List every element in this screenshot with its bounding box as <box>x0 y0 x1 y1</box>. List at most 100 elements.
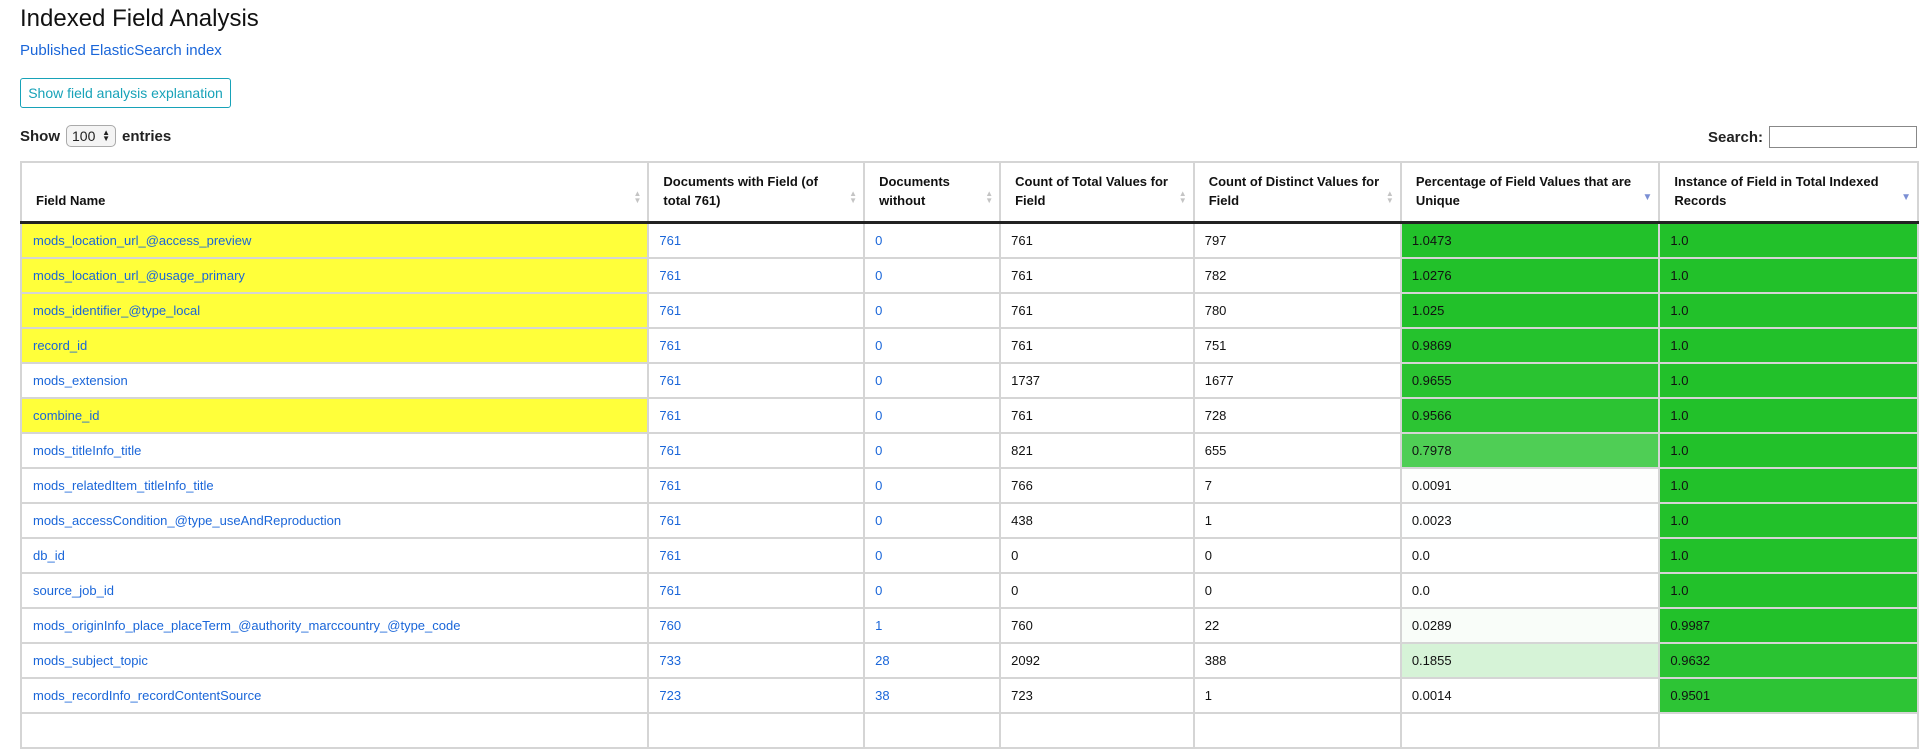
unique-pct-cell: 0.0023 <box>1399 502 1661 539</box>
cell-value: 388 <box>1204 653 1227 668</box>
distinct-values-cell: 1677 <box>1192 362 1402 399</box>
cell-value: 760 <box>1011 618 1033 633</box>
field-name-link[interactable]: mods_originInfo_place_placeTerm_@authori… <box>33 618 460 633</box>
docs-without-cell: 0 <box>863 327 1002 364</box>
count-link[interactable]: 0 <box>875 548 882 563</box>
field-name-cell: combine_id <box>19 397 650 434</box>
count-link[interactable]: 761 <box>659 233 681 248</box>
field-name-link[interactable]: mods_extension <box>33 373 128 388</box>
table-row: mods_identifier_@type_local 761 0 761 780 1.0… <box>19 292 1919 329</box>
count-link[interactable]: 0 <box>875 268 882 283</box>
count-link[interactable]: 28 <box>875 653 889 668</box>
field-name-link[interactable]: mods_subject_topic <box>33 653 148 668</box>
column-header-label: Documents without <box>879 174 950 208</box>
count-link[interactable]: 1 <box>875 618 882 633</box>
column-header[interactable]: Count of Distinct Values for Field ▲ ▼ <box>1192 161 1402 224</box>
instance-cell <box>1658 712 1919 749</box>
docs-without-cell: 38 <box>863 677 1002 714</box>
column-header[interactable]: Documents with Field (of total 761) ▲ ▼ <box>647 161 866 224</box>
count-link[interactable]: 761 <box>659 338 681 353</box>
cell-value: 0 <box>1204 548 1212 563</box>
count-link[interactable]: 760 <box>659 618 681 633</box>
cell-value: 1.0 <box>1670 303 1689 318</box>
total-values-cell: 761 <box>999 292 1195 329</box>
column-header[interactable]: Count of Total Values for Field ▲ ▼ <box>999 161 1195 224</box>
field-name-link[interactable]: record_id <box>33 338 87 353</box>
count-link[interactable]: 0 <box>875 443 882 458</box>
field-name-link[interactable]: mods_identifier_@type_local <box>33 303 200 318</box>
cell-value: 0.9632 <box>1670 653 1711 668</box>
column-header[interactable]: Percentage of Field Values that are Uniq… <box>1399 161 1661 224</box>
select-arrows-icon: ▲ ▼ <box>102 128 110 143</box>
field-name-cell: mods_originInfo_place_placeTerm_@authori… <box>19 607 650 644</box>
unique-pct-cell: 0.0 <box>1399 537 1661 574</box>
field-name-link[interactable]: mods_location_url_@usage_primary <box>33 268 245 283</box>
field-name-cell: mods_subject_topic <box>19 642 650 679</box>
entries-select[interactable]: 100 ▲ ▼ <box>66 125 116 147</box>
show-explanation-button[interactable]: Show field analysis explanation <box>20 78 231 108</box>
sort-desc-icon: ▼ <box>1642 192 1653 203</box>
table-row: db_id 761 0 0 0 0.0 1.0 <box>19 537 1919 574</box>
docs-with-cell: 761 <box>647 397 866 434</box>
column-header-label: Percentage of Field Values that are Uniq… <box>1415 174 1632 208</box>
column-header[interactable]: Instance of Field in Total Indexed Recor… <box>1658 161 1919 224</box>
field-name-link[interactable]: mods_recordInfo_recordContentSource <box>33 688 261 703</box>
unique-pct-cell: 1.025 <box>1399 292 1661 329</box>
count-link[interactable]: 723 <box>659 688 681 703</box>
count-link[interactable]: 761 <box>659 268 681 283</box>
count-link[interactable]: 761 <box>659 583 681 598</box>
field-name-link[interactable]: db_id <box>33 548 65 563</box>
distinct-values-cell: 7 <box>1192 467 1402 504</box>
count-link[interactable]: 0 <box>875 513 882 528</box>
cell-value: 761 <box>1011 303 1033 318</box>
count-link[interactable]: 0 <box>875 303 882 318</box>
docs-with-cell: 761 <box>647 292 866 329</box>
search-input[interactable] <box>1769 126 1917 148</box>
count-link[interactable]: 0 <box>875 583 882 598</box>
field-name-link[interactable]: mods_titleInfo_title <box>33 443 141 458</box>
unique-pct-cell: 0.0 <box>1399 572 1661 609</box>
instance-cell: 0.9501 <box>1658 677 1919 714</box>
count-link[interactable]: 0 <box>875 233 882 248</box>
field-name-link[interactable]: mods_relatedItem_titleInfo_title <box>33 478 214 493</box>
count-link[interactable]: 761 <box>659 513 681 528</box>
table-row: combine_id 761 0 761 728 0.9566 1.0 <box>19 397 1919 434</box>
table-row: record_id 761 0 761 751 0.9869 1.0 <box>19 327 1919 364</box>
docs-with-cell: 760 <box>647 607 866 644</box>
count-link[interactable]: 733 <box>659 653 681 668</box>
count-link[interactable]: 761 <box>659 408 681 423</box>
table-row: mods_titleInfo_title 761 0 821 655 0.7978 1.0 <box>19 432 1919 469</box>
field-name-link[interactable]: combine_id <box>33 408 100 423</box>
distinct-values-cell: 0 <box>1192 572 1402 609</box>
count-link[interactable]: 761 <box>659 303 681 318</box>
cell-value: 1.0 <box>1670 408 1689 423</box>
cell-value: 761 <box>1011 233 1033 248</box>
count-link[interactable]: 0 <box>875 373 882 388</box>
column-header[interactable]: Field Name ▲ ▼ <box>19 161 650 224</box>
cell-value: 0.9987 <box>1670 618 1711 633</box>
count-link[interactable]: 761 <box>659 373 681 388</box>
unique-pct-cell: 0.0289 <box>1399 607 1661 644</box>
unique-pct-cell: 0.9655 <box>1399 362 1661 399</box>
table-row: mods_subject_topic 733 28 2092 388 0.1855 0.96… <box>19 642 1919 679</box>
count-link[interactable]: 761 <box>659 443 681 458</box>
cell-value: 1.0 <box>1670 268 1689 283</box>
count-link[interactable]: 38 <box>875 688 889 703</box>
field-name-link[interactable]: mods_location_url_@access_preview <box>33 233 251 248</box>
count-link[interactable]: 0 <box>875 338 882 353</box>
count-link[interactable]: 761 <box>659 478 681 493</box>
cell-value: 780 <box>1204 303 1227 318</box>
index-link[interactable]: Published ElasticSearch index <box>20 42 222 59</box>
column-header[interactable]: Documents without ▲ ▼ <box>863 161 1002 224</box>
field-name-link[interactable]: mods_accessCondition_@type_useAndReprodu… <box>33 513 341 528</box>
field-name-link[interactable]: source_job_id <box>33 583 114 598</box>
docs-with-cell: 723 <box>647 677 866 714</box>
instance-cell: 1.0 <box>1658 432 1919 469</box>
docs-without-cell: 0 <box>863 502 1002 539</box>
field-name-cell: mods_recordInfo_recordContentSource <box>19 677 650 714</box>
count-link[interactable]: 0 <box>875 408 882 423</box>
count-link[interactable]: 761 <box>659 548 681 563</box>
column-header-label: Field Name <box>36 193 106 208</box>
total-values-cell: 0 <box>999 537 1195 574</box>
count-link[interactable]: 0 <box>875 478 882 493</box>
